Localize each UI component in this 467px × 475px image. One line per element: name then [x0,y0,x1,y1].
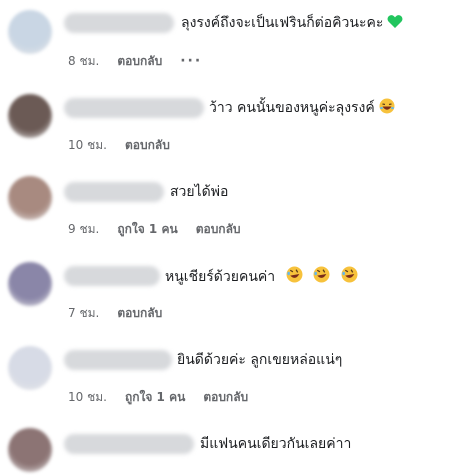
green-heart-icon [387,14,403,35]
reply-button[interactable]: ตอบกลับ [117,305,162,321]
avatar[interactable] [8,346,52,390]
reply-button[interactable]: ตอบกลับ [125,137,170,153]
like-count-button[interactable]: ถูกใจ 1 คน [125,389,185,405]
commenter-name-redacted[interactable] [64,266,160,286]
commenter-name-redacted[interactable] [64,434,194,454]
comment-meta: 10 ชม. ถูกใจ 1 คน ตอบกลับ [68,389,266,405]
rofl-face-icon [286,266,303,289]
like-count-button[interactable]: ถูกใจ 1 คน [117,221,177,237]
comment-meta: 9 ชม. ถูกใจ 1 คน ตอบกลับ [68,221,259,237]
comment-time: 10 ชม. [68,390,107,404]
comment-time: 7 ชม. [68,306,100,320]
comment-text: หนูเชียร์ด้วยคนค่า [165,266,358,289]
avatar[interactable] [8,10,52,54]
comment-text: สวยได้พ่อ [170,184,229,200]
avatar[interactable] [8,428,52,472]
rofl-face-icon [313,266,330,289]
commenter-name-redacted[interactable] [64,98,204,118]
commenter-name-redacted[interactable] [64,13,174,33]
comment-time: 10 ชม. [68,138,107,152]
comment-meta: 8 ชม. ตอบกลับ ··· [68,53,220,69]
comment-text: ลุงรงค์ถึงจะเป็นเฟรินก็ต่อคิวนะคะ [181,13,403,35]
comment-meta: 10 ชม. ตอบกลับ [68,137,188,153]
comment-time: 8 ชม. [68,54,100,68]
comment-meta: 7 ชม. ตอบกลับ [68,305,180,321]
avatar[interactable] [8,176,52,220]
laughing-face-icon [379,98,395,120]
commenter-name-redacted[interactable] [64,182,164,202]
comment-text: มีแฟนคนเดียวกันเลยค่าา [200,436,352,452]
reply-button[interactable]: ตอบกลับ [117,53,162,69]
avatar[interactable] [8,94,52,138]
more-options-icon[interactable]: ··· [180,53,202,69]
comment-time: 9 ชม. [68,222,100,236]
commenter-name-redacted[interactable] [64,350,172,370]
avatar[interactable] [8,262,52,306]
comment-text: ว้าว คนนั้นของหนูค่ะลุงรงค์ [209,98,395,120]
reply-button[interactable]: ตอบกลับ [203,389,248,405]
comment-text: ยินดีด้วยค่ะ ลูกเขยหล่อแน่ๆ [177,352,343,368]
reply-button[interactable]: ตอบกลับ [196,221,241,237]
rofl-face-icon [341,266,358,289]
